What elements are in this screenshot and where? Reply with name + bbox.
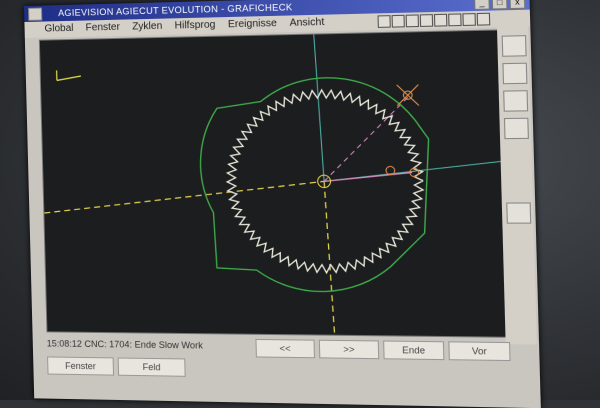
window-controls: _ □ x — [474, 0, 526, 10]
settings-icon[interactable] — [503, 117, 529, 140]
menu-zyklen[interactable]: Zyklen — [132, 19, 163, 36]
menu-fenster[interactable]: Fenster — [85, 20, 120, 37]
toolbar-icons — [377, 12, 491, 28]
y-axis-teal — [314, 34, 324, 181]
zoom-icon[interactable] — [377, 15, 391, 28]
y-axis-dashed — [324, 181, 335, 334]
menu-ereignisse[interactable]: Ereignisse — [228, 16, 277, 34]
cnc-screen: AGIEVISION AGIECUT EVOLUTION - GRAFICHEC… — [24, 0, 541, 408]
maximize-button[interactable]: □ — [491, 0, 508, 10]
system-menu-icon[interactable] — [28, 7, 43, 21]
grafik-view[interactable] — [38, 29, 508, 338]
menu-ansicht[interactable]: Ansicht — [289, 15, 324, 32]
menu-hilfsprog[interactable]: Hilfsprog — [174, 17, 215, 34]
grid-icon[interactable] — [476, 12, 491, 26]
scroll-icon[interactable] — [506, 202, 532, 224]
diagonal-guide — [322, 97, 410, 181]
record-icon[interactable] — [503, 90, 529, 112]
fit-icon[interactable] — [433, 13, 448, 27]
x-axis-dashed — [44, 181, 325, 213]
view-icon[interactable] — [501, 35, 527, 57]
feld-softkey[interactable]: Feld — [117, 357, 186, 377]
rotate-icon[interactable] — [448, 13, 462, 27]
fenster-softkey[interactable]: Fenster — [47, 356, 115, 376]
zoom-in-icon[interactable] — [391, 14, 405, 28]
rewind-button[interactable]: << — [255, 338, 316, 359]
gear-layer — [40, 30, 507, 336]
layer-icon[interactable] — [502, 62, 528, 85]
outer-contour — [198, 76, 432, 292]
ende-button[interactable]: Ende — [383, 340, 445, 361]
forward-button[interactable]: >> — [318, 339, 380, 360]
zoom-out-icon[interactable] — [405, 14, 419, 28]
status-message: 15:08:12 CNC: 1704: Ende Slow Work — [46, 338, 204, 351]
gear-drawing — [40, 30, 507, 336]
minimize-button[interactable]: _ — [474, 0, 490, 10]
menu-global[interactable]: Global — [44, 21, 73, 38]
softkey-row: Fenster Feld — [47, 356, 186, 377]
radius-line — [324, 173, 412, 182]
navigation-buttons: << >> Ende Vor — [255, 338, 511, 362]
close-button[interactable]: x — [509, 0, 526, 10]
vor-button[interactable]: Vor — [448, 341, 511, 362]
pan-icon[interactable] — [419, 14, 434, 27]
measure-icon[interactable] — [462, 13, 476, 26]
origin-symbol — [55, 70, 81, 81]
